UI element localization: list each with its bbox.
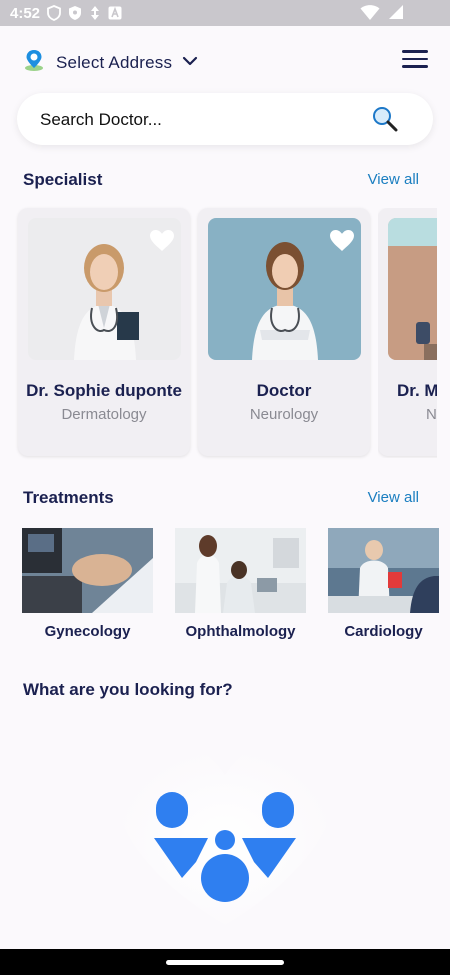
doctor-department: Dermatology <box>61 406 147 423</box>
home-gesture-handle[interactable] <box>166 960 284 965</box>
doctor-name: Dr. Sophie duponte <box>26 381 182 400</box>
status-bar: 4:52 <box>0 0 450 26</box>
shield-filled-icon <box>68 5 82 21</box>
treatment-label: Cardiolog​y <box>344 623 423 640</box>
treatment-image <box>328 528 439 613</box>
treatment-label: Ophthalm​ology <box>185 623 296 640</box>
address-selector[interactable]: Select Address <box>22 48 198 77</box>
search-input[interactable] <box>38 93 362 147</box>
specialist-view-all-link[interactable]: View all <box>368 171 419 188</box>
specialist-title: Specialist <box>23 170 103 189</box>
treatment-item[interactable]: Cardiolog​y <box>328 528 450 656</box>
specialist-card[interactable]: Dr. Sophie duponte Dermatology <box>18 208 190 456</box>
treatment-item[interactable]: Ophthalm​ology <box>175 528 306 656</box>
favorite-heart-icon[interactable] <box>330 230 354 257</box>
doctor-department: N <box>426 406 437 423</box>
doctor-name: Dr. M <box>397 381 437 400</box>
data-saver-icon <box>89 5 101 21</box>
search-bar <box>17 93 433 147</box>
treatment-image <box>22 528 153 613</box>
wifi-icon <box>360 4 380 25</box>
treatment-item[interactable]: Gynecolog​y <box>22 528 153 656</box>
signal-icon <box>388 4 404 25</box>
status-time: 4:52 <box>10 4 41 22</box>
brand-logo-icon <box>110 730 340 935</box>
treatments-title: Treatments <box>23 488 114 507</box>
treatment-image <box>175 528 306 613</box>
treatment-label: Gynecolog​y <box>44 623 131 640</box>
looking-for-title: What are you looking for? <box>23 680 233 699</box>
specialist-card[interactable]: Doctor Neurology <box>198 208 370 456</box>
chevron-down-icon <box>182 54 198 72</box>
menu-hamburger-icon[interactable] <box>402 50 428 70</box>
favorite-heart-icon[interactable] <box>150 230 174 257</box>
font-a-icon <box>108 6 122 20</box>
specialist-card-clip: Dr. M N <box>378 208 437 458</box>
doctor-name: Doctor <box>256 381 312 400</box>
search-icon[interactable] <box>371 105 399 138</box>
system-nav-bar <box>0 949 450 975</box>
app-header: Select Address <box>22 44 428 78</box>
treatments-view-all-link[interactable]: View all <box>368 489 419 506</box>
location-pin-icon <box>22 48 46 77</box>
doctor-department: Neurology <box>249 406 319 423</box>
address-label: Select Address <box>56 52 173 72</box>
doctor-photo <box>388 218 437 360</box>
shield-icon <box>47 5 61 21</box>
specialist-card[interactable]: Dr. M N <box>378 208 437 456</box>
